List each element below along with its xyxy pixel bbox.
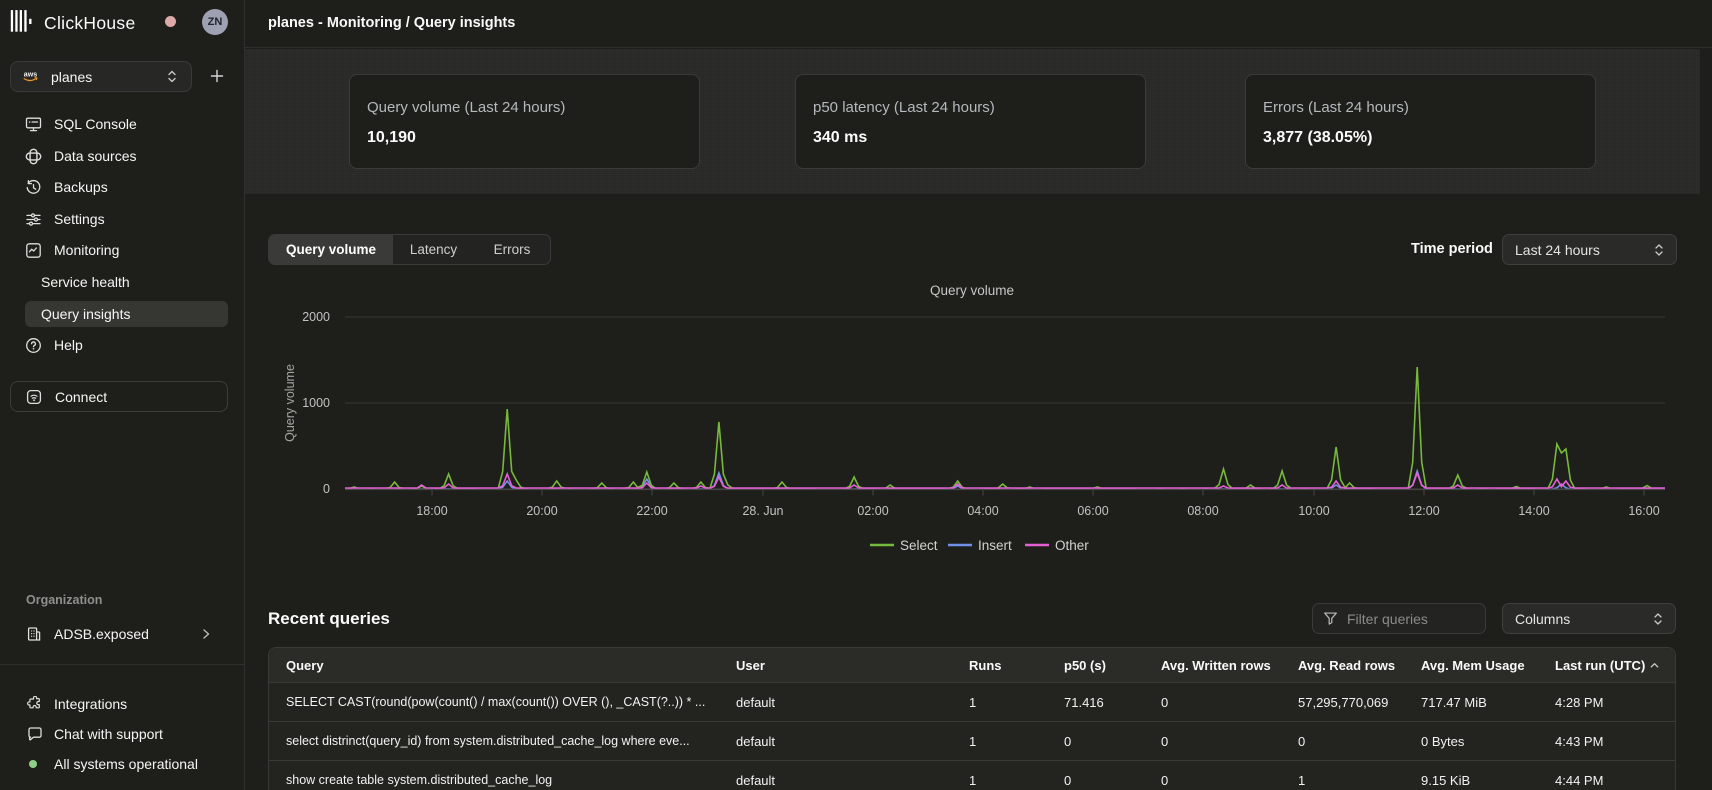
svg-text:02:00: 02:00 — [857, 504, 888, 518]
svg-text:Query volume: Query volume — [930, 283, 1014, 298]
svg-text:Other: Other — [1055, 538, 1089, 553]
svg-text:14:00: 14:00 — [1518, 504, 1549, 518]
svg-text:16:00: 16:00 — [1628, 504, 1659, 518]
svg-text:0: 0 — [323, 482, 330, 496]
svg-text:06:00: 06:00 — [1077, 504, 1108, 518]
svg-text:Insert: Insert — [978, 538, 1012, 553]
svg-text:Select: Select — [900, 538, 938, 553]
svg-text:20:00: 20:00 — [526, 504, 557, 518]
svg-text:1000: 1000 — [302, 396, 330, 410]
svg-text:08:00: 08:00 — [1187, 504, 1218, 518]
svg-text:04:00: 04:00 — [967, 504, 998, 518]
svg-text:2000: 2000 — [302, 310, 330, 324]
svg-text:22:00: 22:00 — [636, 504, 667, 518]
svg-text:12:00: 12:00 — [1408, 504, 1439, 518]
svg-text:28. Jun: 28. Jun — [742, 504, 783, 518]
svg-text:18:00: 18:00 — [416, 504, 447, 518]
svg-text:Query volume: Query volume — [283, 364, 297, 442]
svg-text:10:00: 10:00 — [1298, 504, 1329, 518]
